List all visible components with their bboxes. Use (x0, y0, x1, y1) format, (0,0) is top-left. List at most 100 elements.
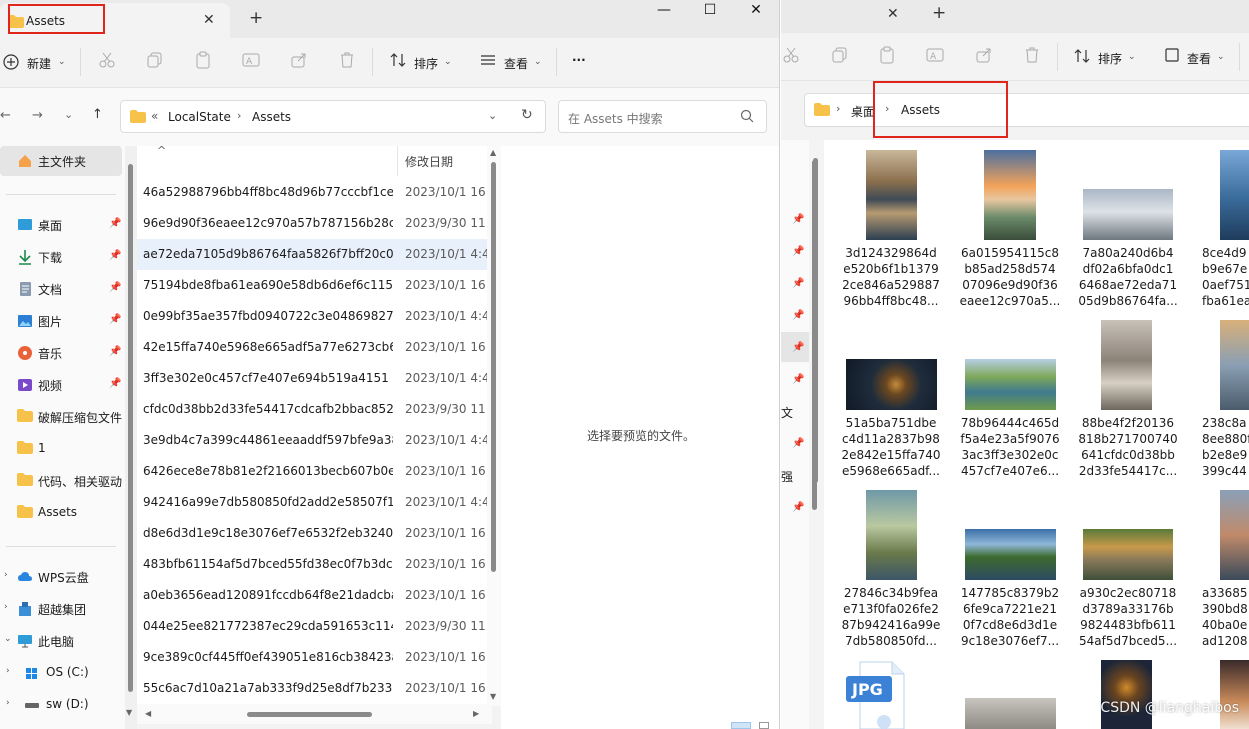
chevron-down-icon[interactable]: ⌄ (488, 109, 497, 122)
scroll-left-icon[interactable]: ◀ (145, 709, 151, 718)
scroll-right-icon[interactable]: ▶ (473, 709, 479, 718)
file-row[interactable]: 6426ece8e78b81e2f2166013becb607b0ef 2023/… (137, 456, 492, 487)
pin-icon[interactable]: 📌 (109, 218, 121, 229)
sort-icon[interactable] (1073, 47, 1091, 68)
paste-icon[interactable] (194, 51, 216, 73)
thumbnail-image[interactable] (1101, 320, 1152, 410)
thumbnail-caption[interactable]: 8ce4d9 b9e67e 0aef751 fba61ea (1202, 245, 1249, 309)
thumbnail-caption[interactable]: 78b96444c465d f5a4e23a5f9076 3ac3ff3e302… (954, 415, 1066, 479)
view-button[interactable]: 查看 (504, 55, 528, 72)
pin-icon[interactable]: 📌 (792, 374, 804, 385)
column-header-date[interactable]: 修改日期 (405, 153, 453, 170)
file-row[interactable]: 46a52988796bb4ff8bc48d96b77cccbf1ce 2023/… (137, 177, 492, 208)
rename-icon[interactable]: A (242, 51, 264, 73)
thumbnail-caption[interactable]: 238c8a 8ee880f b2e8e9 399c44 (1202, 415, 1249, 479)
view-icon[interactable] (479, 51, 501, 73)
thumbnail-caption[interactable]: 27846c34b9fea e713f0fa026fe2 87b942416a9… (835, 585, 947, 649)
chevron-down-icon[interactable]: ⌄ (1217, 52, 1225, 62)
thumbnail-image[interactable] (846, 359, 937, 410)
sidebar-item-this-pc[interactable]: ⌄ 此电脑 (0, 626, 122, 656)
thumbnail-image[interactable] (965, 359, 1056, 410)
thumbnail-caption[interactable]: 7a80a240d6b4 df02a6bfa0dc1 6468ae72eda71… (1072, 245, 1184, 309)
breadcrumb-localstate[interactable]: LocalState (168, 110, 231, 124)
thumbnail-caption[interactable]: 51a5ba751dbe c4d11a2837b98 2e842e15ffa74… (835, 415, 947, 479)
sidebar-item-drive-d[interactable]: › sw (D:) (0, 690, 122, 720)
more-options-button[interactable]: ··· (572, 53, 586, 67)
file-row[interactable]: 75194bde8fba61ea690e58db6d6ef6c1157 2023/… (137, 270, 492, 301)
forward-arrow-icon[interactable]: → (32, 108, 43, 123)
column-divider[interactable] (397, 146, 398, 176)
thumbnail-image[interactable] (866, 490, 917, 580)
file-row[interactable]: 96e9d90f36eaee12c970a57b787156b28ca6 2023… (137, 208, 492, 239)
sort-icon[interactable] (389, 51, 411, 73)
search-box[interactable]: 在 Assets 中搜索 (558, 100, 767, 133)
new-tab-button[interactable]: + (249, 8, 263, 28)
thumbnail-image[interactable] (866, 150, 917, 240)
plus-circle-icon[interactable] (3, 51, 25, 73)
file-row[interactable]: 9ce389c0cf445ff0ef439051e816cb38423a 2023… (137, 642, 492, 673)
search-icon[interactable] (740, 109, 754, 126)
thumbnail-image[interactable] (1220, 320, 1249, 410)
file-row[interactable]: 3ff3e302e0c457cf7e407e694b519a4151 2023/1… (137, 363, 492, 394)
list-vertical-scrollbar[interactable]: ▲ ▼ (487, 146, 501, 706)
pin-icon[interactable]: 📌 (109, 346, 121, 357)
thumbnail-image[interactable] (1220, 490, 1249, 580)
file-row[interactable]: 55c6ac7d10a21a7ab333f9d25e8df7b2332 2023/… (137, 673, 492, 704)
thumbnail-image[interactable] (1101, 660, 1152, 729)
delete-icon[interactable] (338, 51, 360, 73)
view-icon[interactable] (1165, 48, 1179, 65)
sort-button[interactable]: 排序 (414, 55, 438, 72)
thumbnail-caption[interactable]: 3d124329864d e520b6f1b1379 2ce846a529887… (835, 245, 947, 309)
breadcrumb-desktop[interactable]: 桌面 (851, 103, 875, 120)
sidebar-item-folder[interactable]: Assets (0, 498, 122, 528)
sidebar-item-downloads[interactable]: 下载 📌 (0, 242, 122, 272)
thumbnail-caption[interactable]: 6a015954115c8 b85ad258d574 07096e9d90f36… (954, 245, 1066, 309)
sidebar-item-folder[interactable]: 1 (0, 434, 122, 464)
sidebar-item-home[interactable]: 主文件夹 (0, 146, 122, 176)
details-view-toggle[interactable] (731, 722, 751, 729)
breadcrumb-assets[interactable]: Assets (252, 110, 291, 124)
file-row[interactable]: 3e9db4c7a399c44861eeaaddf597bfe9a38 2023/… (137, 425, 492, 456)
tiles-view-toggle[interactable] (759, 722, 769, 729)
chevron-down-icon[interactable]: ⌄ (58, 57, 66, 67)
pin-icon[interactable]: 📌 (792, 214, 804, 225)
thumbnail-caption[interactable]: 88be4f2f20136 818b271700740 641cfdc0d38b… (1072, 415, 1184, 479)
pin-icon[interactable]: 📌 (109, 314, 121, 325)
sidebar-item-wps-cloud[interactable]: › WPS云盘 (0, 562, 122, 592)
pin-icon[interactable]: 📌 (792, 502, 804, 513)
list-horizontal-scrollbar[interactable]: ◀ ▶ (137, 704, 492, 724)
close-window-button[interactable]: ✕ (732, 0, 779, 20)
file-row[interactable]: 044e25ee821772387ec29cda591653c1147 2023/… (137, 611, 492, 642)
overflow-crumb[interactable]: « (151, 109, 158, 123)
sidebar-item-documents[interactable]: 文档 📌 (0, 274, 122, 304)
sidebar-item-videos[interactable]: 视频 📌 (0, 370, 122, 400)
sort-button[interactable]: 排序 (1098, 50, 1122, 67)
copy-icon[interactable] (831, 46, 849, 67)
thumbnail-caption[interactable]: 147785c8379b2 6fe9ca7221e21 0f7cd8e6d3d1… (954, 585, 1066, 649)
thumbnail-image[interactable] (1083, 529, 1173, 580)
cut-icon[interactable] (98, 51, 120, 73)
thumbnail-image[interactable] (1220, 150, 1249, 240)
thumbnail-image[interactable] (1083, 189, 1173, 240)
sidebar-item-desktop[interactable]: 桌面 📌 (0, 210, 122, 240)
tab-close-icon[interactable]: ✕ (203, 12, 215, 28)
pin-icon[interactable]: 📌 (792, 342, 804, 353)
file-row[interactable]: 942416a99e7db580850fd2add2e58507f1 2023/1… (137, 487, 492, 518)
up-arrow-icon[interactable]: ↑ (92, 107, 103, 122)
jpg-file-icon[interactable]: JPG (846, 660, 906, 729)
maximize-button[interactable]: ☐ (686, 0, 734, 20)
thumbnail-image[interactable] (1220, 660, 1249, 729)
delete-icon[interactable] (1023, 46, 1041, 67)
scrollbar-thumb[interactable] (128, 164, 133, 692)
address-bar[interactable]: › 桌面 › Assets (804, 93, 1249, 127)
thumbnail-image[interactable] (984, 150, 1036, 240)
pin-icon[interactable]: 📌 (109, 378, 121, 389)
pin-icon[interactable]: 📌 (792, 246, 804, 257)
search-input[interactable]: 在 Assets 中搜索 (568, 110, 663, 127)
file-row[interactable]: 483bfb61154af5d7bced55fd38ec0f7b3dc 2023/… (137, 549, 492, 580)
copy-icon[interactable] (146, 51, 168, 73)
pin-icon[interactable]: 📌 (109, 282, 121, 293)
scroll-down-icon[interactable]: ▼ (490, 692, 496, 701)
pin-icon[interactable]: 📌 (109, 250, 121, 261)
scrollbar-thumb[interactable] (812, 160, 817, 510)
